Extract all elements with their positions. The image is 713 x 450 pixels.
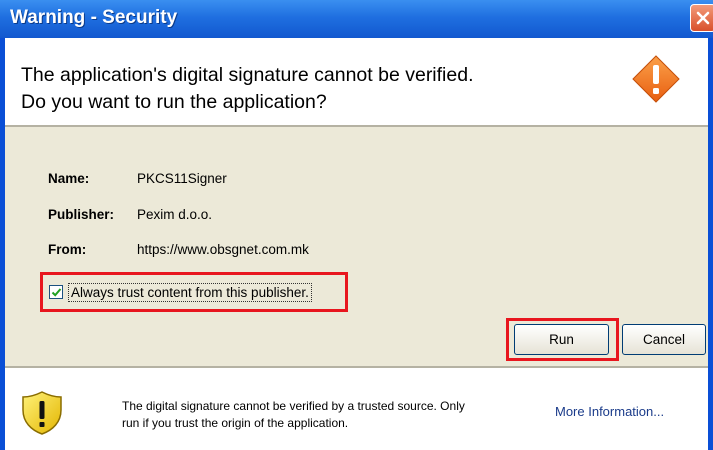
close-icon	[696, 11, 710, 25]
footer-line-1: The digital signature cannot be verified…	[122, 399, 465, 413]
title-bar[interactable]: Warning - Security	[0, 0, 713, 38]
dialog-header: The application's digital signature cann…	[5, 38, 708, 125]
footer-message: The digital signature cannot be verified…	[122, 398, 522, 432]
publisher-value: Pexim d.o.o.	[137, 207, 213, 222]
close-button[interactable]	[690, 4, 713, 32]
window-frame-right	[708, 38, 713, 450]
from-label: From:	[48, 242, 87, 257]
name-label: Name:	[48, 171, 90, 186]
shield-warning-icon	[22, 391, 62, 435]
more-information-link[interactable]: More Information...	[555, 404, 664, 419]
from-value: https://www.obsgnet.com.mk	[137, 242, 309, 257]
footer-line-2: run if you trust the origin of the appli…	[122, 416, 349, 430]
cancel-button[interactable]: Cancel	[622, 324, 706, 355]
trust-checkbox[interactable]	[49, 285, 63, 299]
name-value: PKCS11Signer	[137, 171, 227, 186]
window-title: Warning - Security	[10, 7, 178, 28]
publisher-label: Publisher:	[48, 207, 115, 222]
warning-diamond-icon	[632, 55, 680, 103]
header-line-1: The application's digital signature cann…	[21, 64, 474, 86]
check-icon	[51, 288, 62, 297]
header-line-2: Do you want to run the application?	[21, 91, 327, 113]
trust-checkbox-label[interactable]: Always trust content from this publisher…	[68, 283, 312, 302]
header-message: The application's digital signature cann…	[21, 62, 474, 116]
run-button[interactable]: Run	[514, 324, 609, 355]
